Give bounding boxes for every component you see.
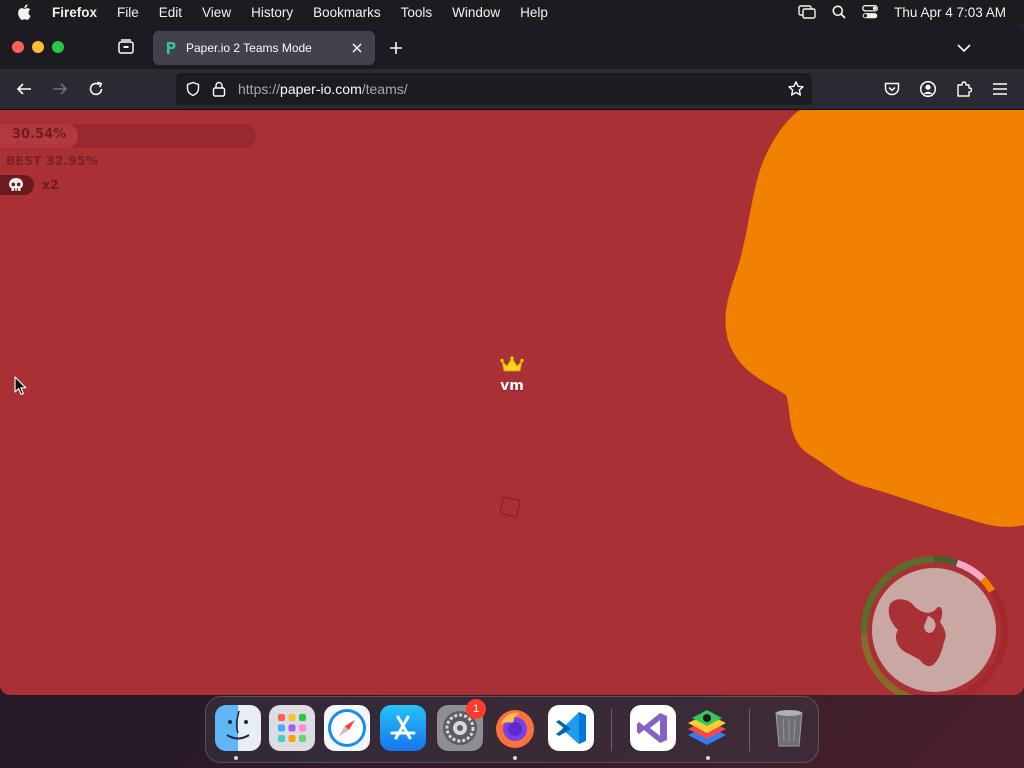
close-window-button[interactable] bbox=[12, 41, 24, 53]
menu-bookmarks[interactable]: Bookmarks bbox=[303, 5, 391, 20]
launchpad-icon[interactable] bbox=[269, 705, 315, 751]
menu-help[interactable]: Help bbox=[510, 5, 558, 20]
menu-file[interactable]: File bbox=[107, 5, 149, 20]
bluestacks-icon[interactable] bbox=[684, 705, 730, 751]
apple-menu-icon[interactable] bbox=[0, 4, 48, 20]
firefox-icon[interactable] bbox=[492, 705, 538, 751]
vscode-icon[interactable] bbox=[548, 705, 594, 751]
menu-edit[interactable]: Edit bbox=[149, 5, 192, 20]
menu-window[interactable]: Window bbox=[442, 5, 510, 20]
account-icon[interactable] bbox=[918, 79, 938, 99]
url-text[interactable]: https://paper-io.com/teams/ bbox=[238, 81, 408, 97]
settings-notification-badge: 1 bbox=[466, 699, 486, 719]
close-tab-icon[interactable] bbox=[349, 40, 365, 56]
menu-bar: Firefox File Edit View History Bookmarks… bbox=[0, 0, 1024, 24]
firefox-view-icon[interactable] bbox=[116, 37, 136, 57]
territory-percent: 30.54% bbox=[12, 127, 67, 142]
game-canvas[interactable]: 30.54% BEST 32.95% x2 vm bbox=[0, 110, 1024, 695]
paper-io-favicon-icon bbox=[163, 41, 177, 55]
tab-paper-io[interactable]: Paper.io 2 Teams Mode bbox=[153, 31, 375, 65]
visual-studio-icon[interactable] bbox=[630, 705, 676, 751]
tab-bar: Paper.io 2 Teams Mode bbox=[0, 24, 1024, 69]
app-menu-hamburger-icon[interactable] bbox=[990, 79, 1010, 99]
navigation-toolbar: https://paper-io.com/teams/ bbox=[0, 69, 1024, 110]
trash-icon[interactable] bbox=[766, 705, 812, 751]
leader-crown-icon bbox=[500, 356, 524, 379]
screen-mirroring-icon[interactable] bbox=[798, 5, 816, 19]
dock-separator-trash bbox=[749, 709, 750, 751]
firefox-running-indicator bbox=[513, 756, 517, 760]
minimize-window-button[interactable] bbox=[32, 41, 44, 53]
control-center-icon[interactable] bbox=[862, 5, 879, 19]
reload-icon[interactable] bbox=[86, 79, 106, 99]
url-path: /teams/ bbox=[361, 81, 408, 97]
fullscreen-window-button[interactable] bbox=[52, 41, 64, 53]
best-score: BEST 32.95% bbox=[6, 153, 99, 168]
lock-icon[interactable] bbox=[212, 81, 226, 102]
tab-title: Paper.io 2 Teams Mode bbox=[186, 41, 312, 55]
player-avatar bbox=[499, 496, 521, 518]
menu-app-name[interactable]: Firefox bbox=[48, 5, 107, 20]
list-all-tabs-icon[interactable] bbox=[955, 39, 973, 57]
back-arrow-icon[interactable] bbox=[14, 79, 34, 99]
bluestacks-running-indicator bbox=[706, 756, 710, 760]
url-domain: paper-io.com bbox=[280, 81, 362, 97]
minimap bbox=[859, 555, 1009, 695]
menu-history[interactable]: History bbox=[241, 5, 303, 20]
dock bbox=[205, 696, 819, 763]
menu-tools[interactable]: Tools bbox=[391, 5, 443, 20]
address-bar[interactable]: https://paper-io.com/teams/ bbox=[176, 73, 812, 105]
kills-skull-icon bbox=[0, 175, 34, 195]
menu-view[interactable]: View bbox=[192, 5, 241, 20]
dock-separator bbox=[611, 709, 612, 751]
pocket-icon[interactable] bbox=[882, 79, 902, 99]
finder-running-indicator bbox=[234, 756, 238, 760]
safari-icon[interactable] bbox=[324, 705, 370, 751]
spotlight-search-icon[interactable] bbox=[832, 5, 846, 19]
forward-arrow-icon[interactable] bbox=[50, 79, 70, 99]
extensions-puzzle-icon[interactable] bbox=[954, 79, 974, 99]
tracking-protection-shield-icon[interactable] bbox=[185, 81, 201, 102]
firefox-window: Paper.io 2 Teams Mode https://paper-io.c… bbox=[0, 24, 1024, 695]
finder-icon[interactable] bbox=[215, 705, 261, 751]
mouse-cursor-icon bbox=[14, 376, 27, 401]
player-name: vm bbox=[500, 378, 524, 394]
menubar-clock[interactable]: Thu Apr 4 7:03 AM bbox=[894, 5, 1006, 20]
app-store-icon[interactable] bbox=[380, 705, 426, 751]
url-scheme: https:// bbox=[238, 81, 281, 97]
bookmark-star-icon[interactable] bbox=[787, 80, 805, 103]
kills-count: x2 bbox=[42, 177, 59, 192]
new-tab-icon[interactable] bbox=[386, 38, 406, 58]
